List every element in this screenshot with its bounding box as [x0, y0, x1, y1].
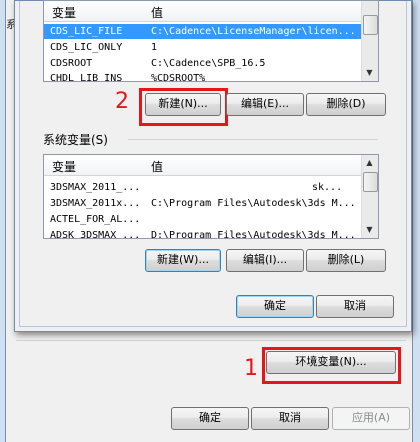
var-value: C:\Cadence\LicenseManager\licen... — [151, 26, 356, 37]
scroll-thumb[interactable] — [363, 15, 378, 35]
step-number-1: 1 — [244, 356, 258, 381]
system-var-row[interactable]: ADSK_3DSMAX_... D:\Program Files\Autodes… — [44, 228, 362, 239]
var-name: CDS_LIC_ONLY — [50, 42, 123, 53]
user-delete-button[interactable]: 删除(D) — [306, 93, 386, 116]
user-variables-list[interactable]: 变量 值 CDS_LIC_FILE C:\Cadence\LicenseMana… — [43, 0, 379, 82]
scroll-thumb[interactable] — [363, 172, 378, 192]
var-name: CDS_LIC_FILE — [50, 26, 123, 37]
header-variable[interactable]: 变量 — [52, 158, 76, 175]
system-list-header: 变量 值 — [44, 155, 364, 176]
section-divider — [128, 139, 378, 140]
system-variables-list[interactable]: 变量 值 3DSMAX_2011_... sk... 3DSMAX_2011x.… — [43, 154, 379, 239]
user-var-row[interactable]: CDS_LIC_FILE C:\Cadence\LicenseManager\l… — [44, 24, 362, 39]
user-var-row[interactable]: CDSROOT C:\Cadence\SPB_16.5 — [44, 56, 362, 71]
parent-apply-button[interactable]: 应用(A) — [332, 407, 410, 430]
dialog-cancel-button[interactable]: 取消 — [316, 295, 394, 318]
system-var-row[interactable]: ACTEL_FOR_AL... — [44, 212, 362, 227]
scroll-down-icon[interactable]: ▼ — [362, 65, 377, 80]
system-edit-button[interactable]: 编辑(I)... — [226, 249, 304, 272]
var-value: C:\Program Files\Autodesk\3ds M... — [151, 198, 356, 209]
var-name: CHDL_LIB_INS — [50, 73, 123, 82]
dialog-ok-button[interactable]: 确定 — [236, 295, 314, 318]
var-value: sk... — [312, 182, 343, 193]
system-variables-label: 系统变量(S) — [43, 133, 108, 147]
user-list-header: 变量 值 — [44, 1, 364, 22]
header-value[interactable]: 值 — [151, 4, 163, 21]
user-list-scrollbar[interactable]: ▼ — [361, 1, 378, 81]
var-value: 1 — [151, 42, 158, 53]
var-value: D:\Program Files\Autodesk\3ds M... — [151, 230, 356, 239]
system-var-row[interactable]: 3DSMAX_2011x... C:\Program Files\Autodes… — [44, 196, 362, 211]
user-var-row[interactable]: CDS_LIC_ONLY 1 — [44, 40, 362, 55]
user-var-row[interactable]: CHDL_LIB_INS %CDSROOT% — [44, 71, 362, 82]
scroll-up-icon[interactable]: ▲ — [362, 155, 377, 170]
var-name: CDSROOT — [50, 58, 93, 69]
scroll-down-icon[interactable]: ▼ — [362, 222, 377, 237]
header-variable[interactable]: 变量 — [52, 4, 76, 21]
system-delete-button[interactable]: 删除(L) — [306, 249, 386, 272]
var-value: C:\Cadence\SPB_16.5 — [151, 58, 266, 69]
system-list-scrollbar[interactable]: ▲ ▼ — [361, 155, 378, 238]
highlight-box-step1 — [262, 347, 401, 384]
var-name: ACTEL_FOR_AL... — [50, 214, 141, 225]
system-var-row[interactable]: 3DSMAX_2011_... sk... — [44, 180, 362, 195]
window-frame-right — [412, 0, 420, 442]
var-name: 3DSMAX_2011_... — [50, 182, 141, 193]
parent-ok-button[interactable]: 确定 — [171, 407, 249, 430]
header-value[interactable]: 值 — [151, 158, 163, 175]
divider — [16, 340, 406, 341]
parent-cancel-button[interactable]: 取消 — [251, 407, 329, 430]
var-value: %CDSROOT% — [151, 73, 206, 82]
step-number-2: 2 — [115, 89, 129, 114]
system-new-button[interactable]: 新建(W)... — [145, 249, 221, 272]
highlight-box-step2 — [139, 88, 228, 126]
var-name: 3DSMAX_2011x... — [50, 198, 141, 209]
var-name: ADSK_3DSMAX_... — [50, 230, 141, 239]
user-edit-button[interactable]: 编辑(E)... — [226, 93, 304, 116]
window-frame-left — [0, 0, 6, 442]
